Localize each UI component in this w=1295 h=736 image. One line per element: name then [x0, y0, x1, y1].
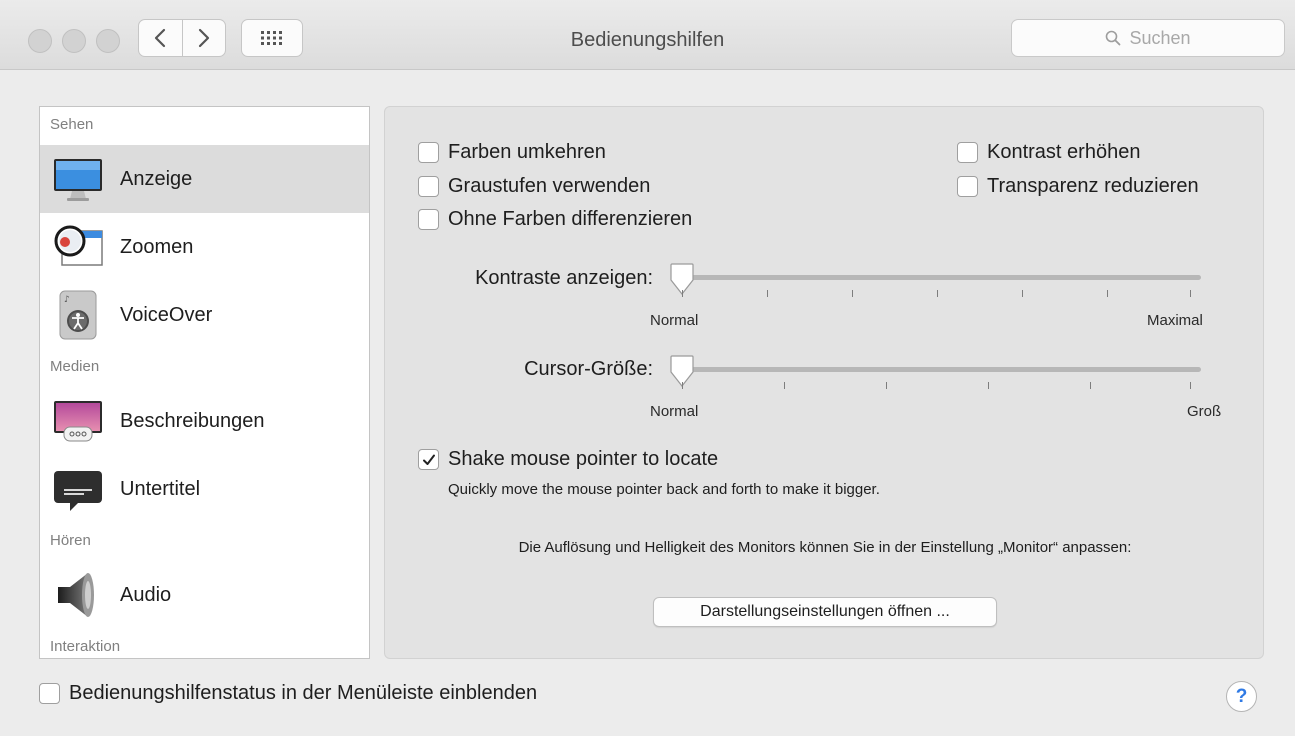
contrast-min-label: Normal: [650, 312, 699, 329]
magnifier-icon: [1106, 30, 1121, 46]
voiceover-icon: ♪: [52, 289, 104, 341]
tick-mark: [1090, 382, 1091, 389]
sidebar-item-label: Zoomen: [120, 235, 194, 258]
cursor-min-label: Normal: [650, 403, 699, 420]
checkbox-box[interactable]: [418, 176, 439, 197]
reduce-transparency-checkbox[interactable]: Transparenz reduzieren: [957, 175, 1199, 198]
tick-mark: [1107, 290, 1108, 297]
search-input[interactable]: Suchen: [1011, 19, 1285, 57]
section-header-interaktion: Interaktion: [50, 638, 121, 655]
subtitles-icon: [52, 463, 104, 515]
cursor-size-slider-track[interactable]: [681, 367, 1201, 372]
tick-mark: [784, 382, 785, 389]
cursor-max-label: Groß: [1187, 403, 1222, 420]
sidebar-item-beschreibungen[interactable]: Beschreibungen: [40, 387, 369, 455]
tick-mark: [682, 290, 683, 297]
checkbox-label: Kontrast erhöhen: [987, 141, 1141, 163]
grayscale-checkbox[interactable]: Graustufen verwenden: [418, 175, 650, 198]
monitor-info-text: Die Auflösung und Helligkeit des Monitor…: [518, 539, 1132, 556]
tick-mark: [1190, 290, 1191, 297]
checkbox-box[interactable]: [418, 142, 439, 163]
checkbox-label: Transparenz reduzieren: [987, 175, 1199, 197]
tick-mark: [767, 290, 768, 297]
menu-bar-status-checkbox[interactable]: Bedienungshilfenstatus in der Menüleiste…: [39, 682, 537, 705]
shake-to-locate-checkbox[interactable]: Shake mouse pointer to locate: [418, 448, 718, 471]
open-display-settings-button[interactable]: Darstellungseinstellungen öffnen ...: [653, 597, 997, 627]
section-header-sehen: Sehen: [50, 116, 94, 133]
checkbox-label: Graustufen verwenden: [448, 175, 651, 197]
tick-mark: [1190, 382, 1191, 389]
section-header-medien: Medien: [50, 358, 100, 375]
tick-mark: [937, 290, 938, 297]
sidebar-item-label: Audio: [120, 583, 172, 606]
invert-colors-checkbox[interactable]: Farben umkehren: [418, 141, 606, 164]
display-settings-panel: Farben umkehren Graustufen verwenden Ohn…: [384, 106, 1264, 659]
checkbox-label: Ohne Farben differenzieren: [448, 208, 693, 230]
tick-mark: [1022, 290, 1023, 297]
checkbox-box[interactable]: [957, 176, 978, 197]
checkbox-label: Shake mouse pointer to locate: [448, 448, 719, 470]
title-bar: Bedienungshilfen Suchen: [0, 0, 1295, 70]
checkbox-label: Farben umkehren: [448, 141, 606, 163]
checkbox-box[interactable]: [39, 683, 60, 704]
speaker-icon: [52, 569, 104, 621]
zoom-icon: [52, 221, 104, 273]
checkbox-box[interactable]: [957, 142, 978, 163]
checkbox-box[interactable]: [418, 449, 439, 470]
increase-contrast-checkbox[interactable]: Kontrast erhöhen: [957, 141, 1140, 164]
sidebar-item-label: Anzeige: [120, 167, 193, 190]
section-header-hoeren: Hören: [50, 532, 91, 549]
tick-mark: [682, 382, 683, 389]
checkbox-label: Bedienungshilfenstatus in der Menüleiste…: [69, 682, 538, 704]
cursor-size-slider-label: Cursor-Größe:: [524, 358, 653, 380]
svg-text:♪: ♪: [64, 295, 70, 305]
sidebar-item-label: VoiceOver: [120, 303, 213, 326]
differentiate-without-color-checkbox[interactable]: Ohne Farben differenzieren: [418, 208, 692, 231]
category-sidebar: Sehen Anzeige Zoomen ♪ VoiceOver Medien …: [39, 106, 370, 659]
sidebar-item-audio[interactable]: Audio: [40, 561, 369, 629]
tick-mark: [988, 382, 989, 389]
sidebar-item-anzeige[interactable]: Anzeige: [40, 145, 369, 213]
display-icon: [52, 153, 104, 205]
descriptions-icon: [52, 395, 104, 447]
contrast-slider-label: Kontraste anzeigen:: [475, 267, 653, 289]
checkmark-icon: [422, 454, 435, 465]
sidebar-item-zoomen[interactable]: Zoomen: [40, 213, 369, 281]
question-mark-icon: ?: [1235, 685, 1248, 707]
contrast-max-label: Maximal: [1147, 312, 1203, 329]
checkbox-box[interactable]: [418, 209, 439, 230]
sidebar-item-untertitel[interactable]: Untertitel: [40, 455, 369, 523]
sidebar-item-label: Untertitel: [120, 477, 201, 500]
sidebar-item-voiceover[interactable]: ♪ VoiceOver: [40, 281, 369, 349]
search-placeholder: Suchen: [1129, 27, 1191, 48]
sidebar-item-label: Beschreibungen: [120, 409, 265, 432]
help-button[interactable]: ?: [1226, 681, 1257, 712]
tick-mark: [852, 290, 853, 297]
contrast-slider-track[interactable]: [681, 275, 1201, 280]
tick-mark: [886, 382, 887, 389]
shake-description: Quickly move the mouse pointer back and …: [448, 481, 880, 498]
